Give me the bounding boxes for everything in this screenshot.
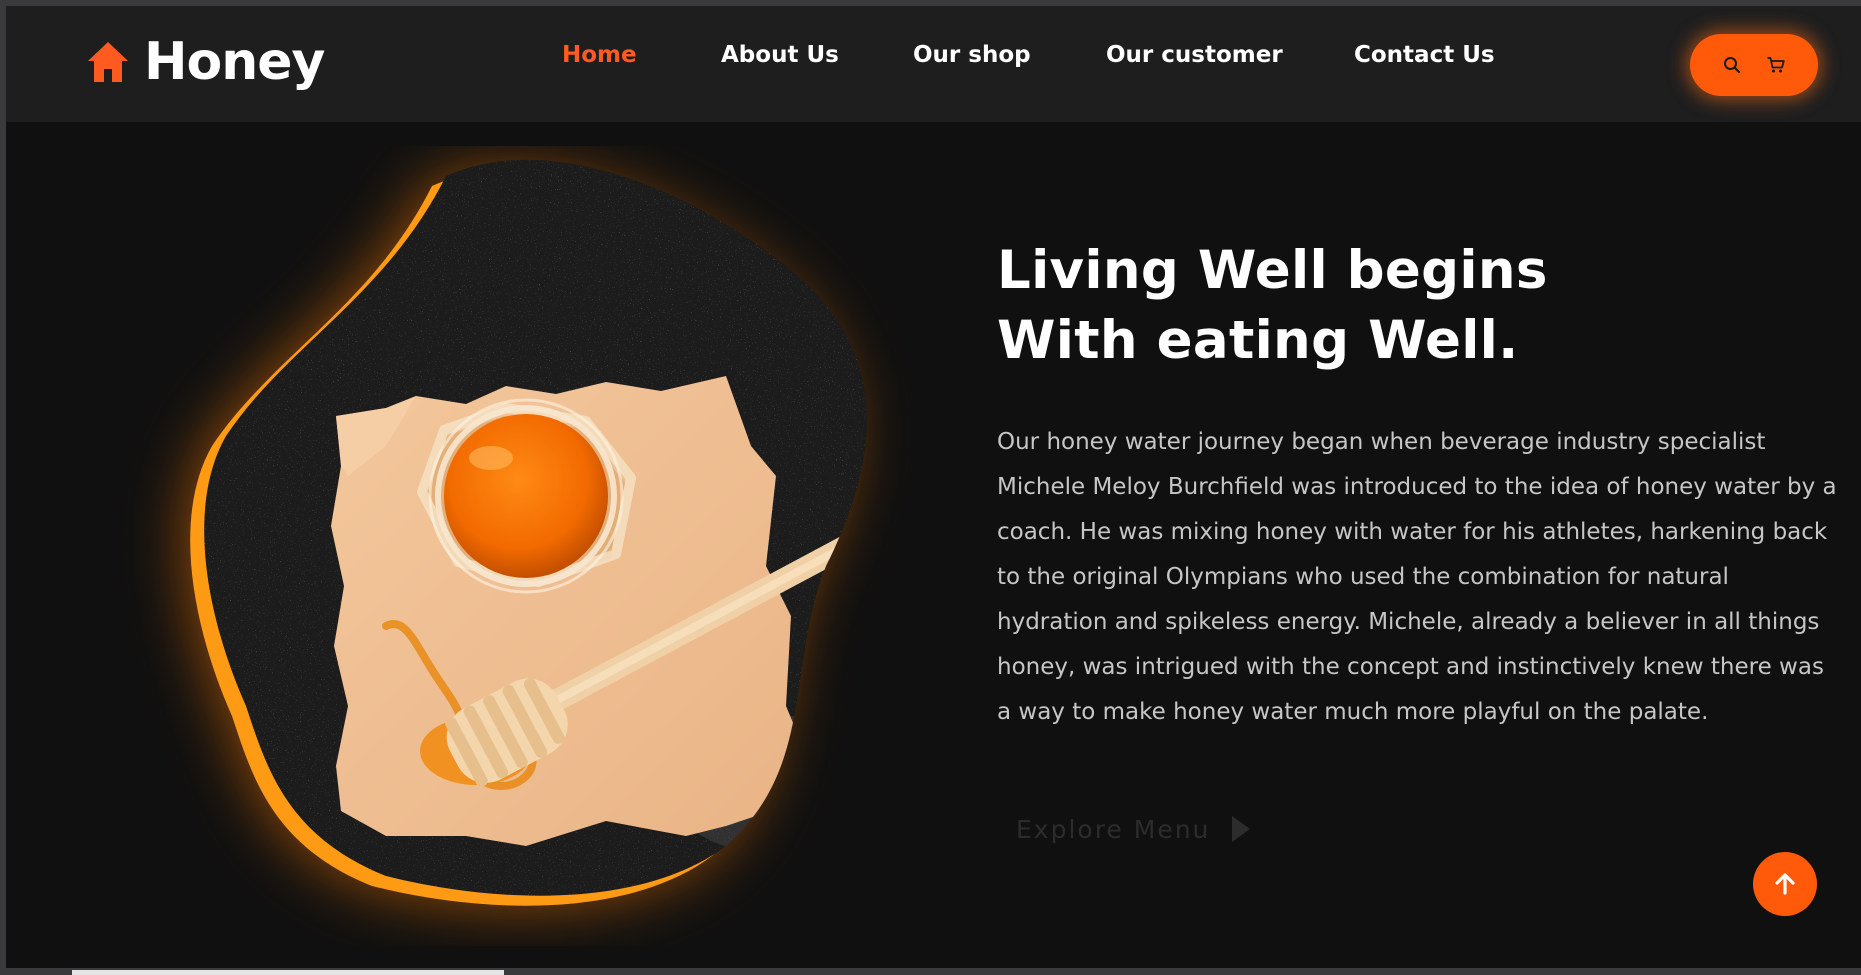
- hero-headline: Living Well begins With eating Well.: [997, 236, 1837, 376]
- navbar: Honey Home About Us Our shop Our custome…: [6, 6, 1861, 122]
- nav-item-about-us[interactable]: About Us: [721, 42, 839, 68]
- scroll-to-top-button[interactable]: [1753, 852, 1817, 916]
- cart-icon[interactable]: [1766, 55, 1786, 75]
- brand-logo[interactable]: Honey: [84, 32, 325, 92]
- home-icon: [88, 42, 128, 82]
- explore-menu-button[interactable]: Explore Menu: [1016, 814, 1252, 844]
- brand-name: Honey: [144, 32, 325, 92]
- nav-item-home[interactable]: Home: [562, 42, 637, 68]
- hero-headline-line-1: Living Well begins: [997, 240, 1548, 301]
- hero-description: Our honey water journey began when bever…: [997, 429, 1837, 725]
- header-actions: [1690, 34, 1818, 96]
- nav-item-contact-us[interactable]: Contact Us: [1354, 42, 1495, 68]
- hero-headline-line-2: With eating Well.: [997, 310, 1519, 371]
- hero-text: Living Well begins With eating Well. Our…: [997, 236, 1837, 735]
- honey-jar-on-paper-image: [86, 146, 926, 946]
- nav-item-our-shop[interactable]: Our shop: [913, 42, 1031, 68]
- horizontal-scrollbar-thumb[interactable]: [72, 970, 504, 975]
- arrow-up-icon: [1775, 873, 1795, 895]
- explore-menu-label: Explore Menu: [1016, 814, 1211, 844]
- play-icon: [1232, 816, 1251, 842]
- search-icon[interactable]: [1722, 55, 1742, 75]
- page-frame: Honey Home About Us Our shop Our custome…: [6, 6, 1861, 968]
- nav-item-our-customer[interactable]: Our customer: [1106, 42, 1283, 68]
